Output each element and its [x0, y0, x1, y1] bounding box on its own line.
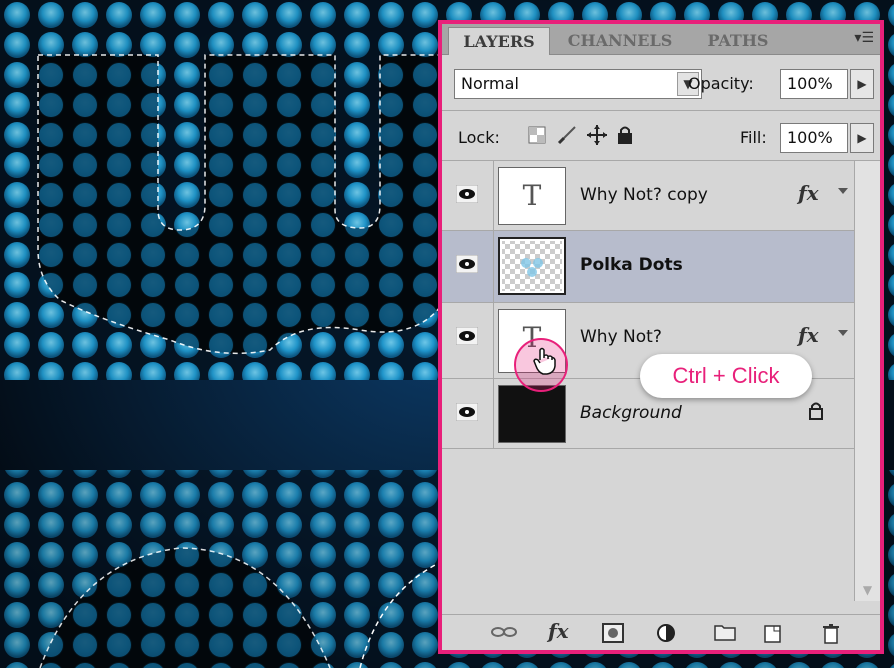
tab-layers[interactable]: LAYERS: [448, 27, 550, 55]
layer-effects-icon[interactable]: fx: [798, 181, 819, 205]
lock-icon: [809, 402, 823, 420]
layer-thumbnail[interactable]: T: [498, 167, 566, 225]
new-layer-icon[interactable]: [764, 623, 782, 643]
layer-name[interactable]: Why Not?: [580, 327, 662, 347]
lock-transparent-icon[interactable]: [528, 126, 546, 144]
panel-menu-icon[interactable]: ▾☰: [854, 30, 874, 46]
expand-effects-icon[interactable]: [838, 188, 848, 194]
visibility-toggle[interactable]: [442, 379, 494, 448]
layers-bottom-toolbar: fx: [442, 614, 880, 650]
trash-icon[interactable]: [822, 623, 840, 645]
eye-icon[interactable]: [456, 255, 478, 273]
eye-icon[interactable]: [456, 327, 478, 345]
layer-thumbnail[interactable]: [498, 385, 566, 443]
blend-mode-value: Normal: [461, 74, 519, 93]
lock-position-move-icon[interactable]: [586, 124, 608, 146]
expand-effects-icon[interactable]: [838, 330, 848, 336]
blend-mode-select[interactable]: Normal ▼: [454, 69, 702, 99]
layer-row[interactable]: Polka Dots: [442, 231, 854, 303]
layers-panel: LAYERS CHANNELS PATHS ▾☰ Normal ▼ Opacit…: [438, 20, 884, 654]
layers-scrollbar[interactable]: ▼: [854, 161, 880, 601]
link-icon[interactable]: [490, 623, 518, 641]
eye-icon[interactable]: [456, 185, 478, 203]
opacity-slider-button[interactable]: ▶: [850, 69, 874, 99]
tooltip-ctrl-click: Ctrl + Click: [640, 354, 812, 398]
eye-icon[interactable]: [456, 403, 478, 421]
tab-paths[interactable]: PATHS: [690, 27, 786, 54]
mask-icon[interactable]: [602, 623, 624, 643]
fill-label: Fill:: [740, 128, 767, 147]
tab-channels[interactable]: CHANNELS: [554, 27, 686, 54]
fill-input[interactable]: 100%: [780, 123, 848, 153]
group-folder-icon[interactable]: [714, 623, 736, 641]
adjustment-icon[interactable]: [656, 623, 678, 645]
fill-slider-button[interactable]: ▶: [850, 123, 874, 153]
lock-image-brush-icon[interactable]: [556, 124, 578, 146]
layer-thumbnail[interactable]: [498, 237, 566, 295]
fx-icon[interactable]: fx: [548, 619, 569, 643]
panel-tabs: LAYERS CHANNELS PATHS ▾☰: [442, 24, 880, 55]
layer-row[interactable]: T Why Not? copy fx: [442, 161, 854, 231]
layer-effects-icon[interactable]: fx: [798, 323, 819, 347]
lock-all-icon[interactable]: [616, 124, 634, 146]
layer-name[interactable]: Why Not? copy: [580, 185, 708, 205]
visibility-toggle[interactable]: [442, 303, 494, 378]
layer-name[interactable]: Background: [580, 403, 682, 423]
visibility-toggle[interactable]: [442, 161, 494, 230]
scroll-down-icon[interactable]: ▼: [855, 579, 880, 601]
opacity-label: Opacity:: [688, 74, 754, 93]
layer-name[interactable]: Polka Dots: [580, 255, 683, 275]
visibility-toggle[interactable]: [442, 231, 494, 302]
text-layer-icon: T: [522, 179, 542, 212]
hand-cursor-icon: [533, 347, 556, 375]
lock-label: Lock:: [458, 128, 500, 147]
opacity-input[interactable]: 100%: [780, 69, 848, 99]
